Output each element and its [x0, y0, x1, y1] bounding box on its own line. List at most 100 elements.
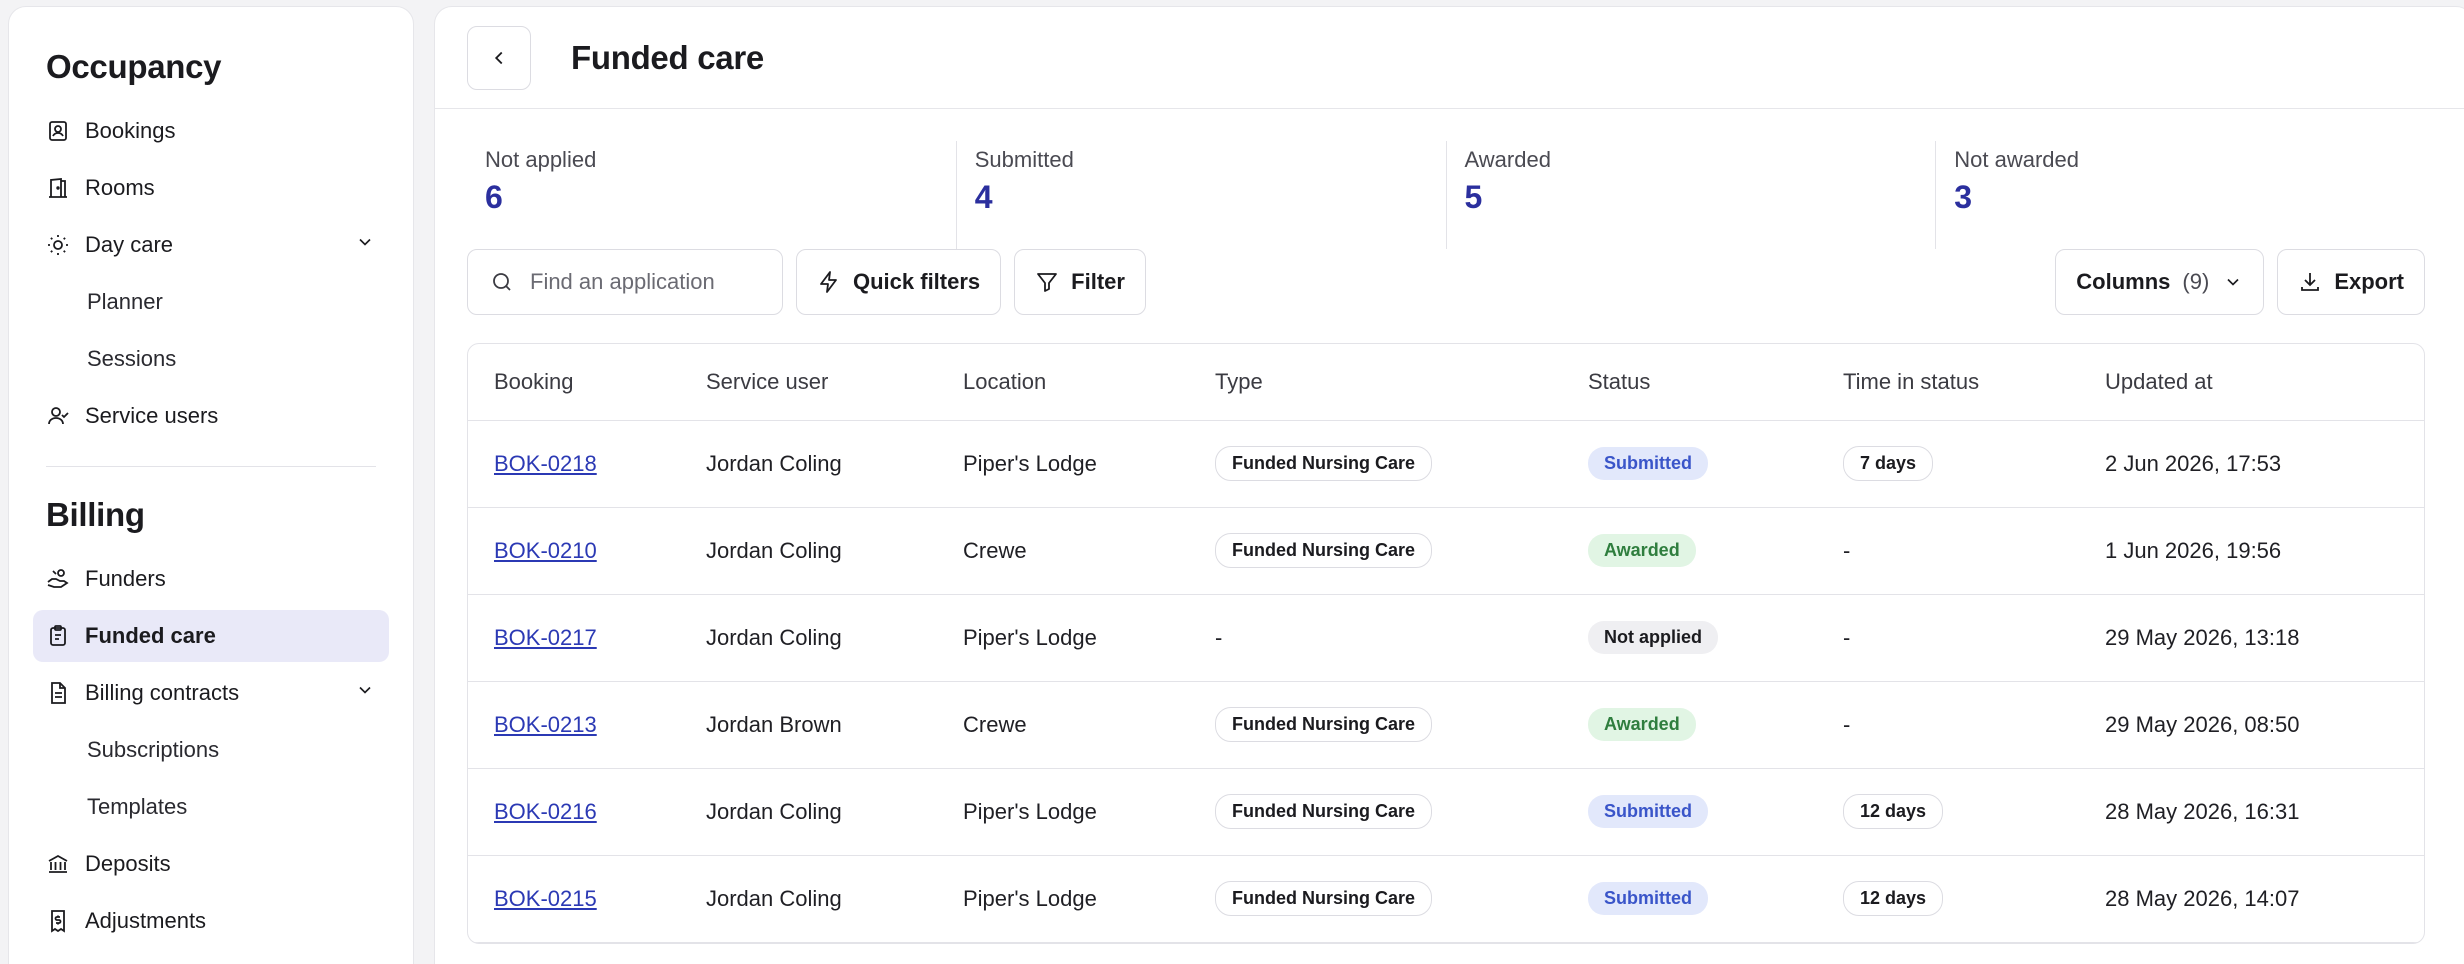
filter-icon — [1037, 273, 1058, 292]
table-header-row: Booking Service user Location Type Statu… — [468, 344, 2424, 421]
status-cell: Awarded — [1562, 681, 1817, 769]
table-row[interactable]: BOK-0218 Jordan Coling Piper's Lodge Fun… — [468, 420, 2424, 508]
lightning-icon — [820, 271, 837, 293]
column-header-booking[interactable]: Booking — [468, 344, 680, 421]
sidebar-item-funders[interactable]: Funders — [33, 553, 389, 605]
stat-not-applied[interactable]: Not applied 6 — [467, 141, 956, 249]
location-cell: Piper's Lodge — [937, 855, 1189, 943]
columns-label: Columns — [2076, 269, 2171, 294]
sidebar-item-label: Funders — [85, 566, 166, 591]
sidebar-item-sessions[interactable]: Sessions — [33, 333, 389, 385]
stat-value: 3 — [1954, 179, 1973, 215]
status-badge: Submitted — [1588, 447, 1708, 480]
time-in-status-cell: 12 days — [1817, 768, 2079, 856]
sun-icon — [46, 233, 70, 257]
type-chip: Funded Nursing Care — [1215, 707, 1433, 742]
chevron-down-icon[interactable] — [355, 232, 375, 258]
booking-link[interactable]: BOK-0217 — [494, 625, 597, 650]
sidebar-item-deposits[interactable]: Deposits — [33, 838, 389, 890]
status-badge: Awarded — [1588, 708, 1696, 741]
service-user-cell: Jordan Coling — [680, 594, 937, 682]
export-button[interactable]: Export — [2277, 249, 2425, 315]
type-cell: Funded Nursing Care — [1189, 681, 1562, 769]
type-chip: Funded Nursing Care — [1215, 881, 1433, 916]
columns-button[interactable]: Columns (9) — [2055, 249, 2265, 315]
chevron-down-icon[interactable] — [355, 680, 375, 706]
booking-link[interactable]: BOK-0210 — [494, 538, 597, 563]
search-input[interactable] — [530, 269, 770, 295]
location-cell: Piper's Lodge — [937, 768, 1189, 856]
sidebar-item-templates[interactable]: Templates — [33, 781, 389, 833]
sidebar-item-label: Service users — [85, 403, 219, 428]
table-row[interactable]: BOK-0213 Jordan Brown Crewe Funded Nursi… — [468, 681, 2424, 769]
service-user-cell: Jordan Coling — [680, 420, 937, 508]
sidebar-item-label: Billing contracts — [85, 680, 240, 705]
filter-button[interactable]: Filter — [1014, 249, 1146, 315]
stats-row: Not applied 6 Submitted 4 Awarded 5 Not … — [467, 141, 2425, 249]
sidebar-item-funded-care[interactable]: Funded care — [33, 610, 389, 662]
filter-label: Filter — [1071, 269, 1125, 294]
time-in-status-cell: 7 days — [1817, 420, 2079, 508]
status-cell: Submitted — [1562, 420, 1817, 508]
table-row[interactable]: BOK-0215 Jordan Coling Piper's Lodge Fun… — [468, 855, 2424, 943]
type-cell: Funded Nursing Care — [1189, 768, 1562, 856]
booking-link[interactable]: BOK-0218 — [494, 451, 597, 476]
table-row[interactable]: BOK-0217 Jordan Coling Piper's Lodge - N… — [468, 594, 2424, 682]
column-header-status[interactable]: Status — [1562, 344, 1817, 421]
column-header-updated-at[interactable]: Updated at — [2079, 344, 2424, 421]
stat-submitted[interactable]: Submitted 4 — [955, 141, 1446, 249]
toolbar: Quick filters Filter Columns (9) Export — [467, 249, 2425, 315]
chevron-down-icon — [2227, 278, 2239, 286]
search-icon — [493, 273, 511, 291]
sidebar-item-day-care[interactable]: Day care — [33, 219, 389, 271]
time-in-status-cell: - — [1817, 507, 2079, 595]
status-badge: Submitted — [1588, 882, 1708, 915]
document-icon — [46, 681, 70, 705]
sidebar-item-label: Funded care — [85, 623, 216, 648]
type-cell: Funded Nursing Care — [1189, 507, 1562, 595]
table-row[interactable]: BOK-0210 Jordan Coling Crewe Funded Nurs… — [468, 507, 2424, 595]
table-row[interactable]: BOK-0216 Jordan Coling Piper's Lodge Fun… — [468, 768, 2424, 856]
back-button[interactable] — [467, 25, 531, 90]
location-cell: Crewe — [937, 681, 1189, 769]
sidebar-item-billing-contracts[interactable]: Billing contracts — [33, 667, 389, 719]
quick-filters-button[interactable]: Quick filters — [796, 249, 1002, 315]
occupancy-section-title: Occupancy — [46, 48, 222, 85]
column-header-type[interactable]: Type — [1189, 344, 1562, 421]
status-badge: Not applied — [1588, 621, 1718, 654]
column-header-location[interactable]: Location — [937, 344, 1189, 421]
location-cell: Piper's Lodge — [937, 420, 1189, 508]
time-in-status-cell: - — [1817, 594, 2079, 682]
location-cell: Crewe — [937, 507, 1189, 595]
location-cell: Piper's Lodge — [937, 594, 1189, 682]
export-label: Export — [2334, 269, 2404, 294]
sidebar-item-subscriptions[interactable]: Subscriptions — [33, 724, 389, 776]
columns-count: (9) — [2182, 269, 2210, 294]
stat-awarded[interactable]: Awarded 5 — [1445, 141, 1936, 249]
column-header-time-in-status[interactable]: Time in status — [1817, 344, 2079, 421]
sidebar-item-service-users[interactable]: Service users — [33, 390, 389, 442]
type-chip: Funded Nursing Care — [1215, 794, 1433, 829]
sidebar-item-adjustments[interactable]: Adjustments — [33, 895, 389, 947]
sidebar-item-bookings[interactable]: Bookings — [33, 105, 389, 157]
status-cell: Submitted — [1562, 855, 1817, 943]
column-header-service-user[interactable]: Service user — [680, 344, 937, 421]
time-in-status-cell: 12 days — [1817, 855, 2079, 943]
stat-label: Submitted — [974, 147, 1074, 172]
updated-at-cell: 28 May 2026, 14:07 — [2079, 855, 2424, 943]
booking-link[interactable]: BOK-0213 — [494, 712, 597, 737]
sidebar-item-planner[interactable]: Planner — [33, 276, 389, 328]
status-cell: Not applied — [1562, 594, 1817, 682]
door-icon — [46, 176, 70, 200]
receipt-dollar-icon — [46, 909, 70, 933]
stat-label: Not applied — [485, 147, 597, 172]
sidebar-divider — [46, 466, 376, 467]
sidebar-item-rooms[interactable]: Rooms — [33, 162, 389, 214]
clipboard-icon — [46, 624, 70, 648]
type-chip: Funded Nursing Care — [1215, 446, 1433, 481]
search-box[interactable] — [467, 249, 783, 315]
stat-not-awarded[interactable]: Not awarded 3 — [1935, 141, 2425, 249]
stat-label: Awarded — [1464, 147, 1551, 172]
booking-link[interactable]: BOK-0215 — [494, 886, 597, 911]
booking-link[interactable]: BOK-0216 — [494, 799, 597, 824]
